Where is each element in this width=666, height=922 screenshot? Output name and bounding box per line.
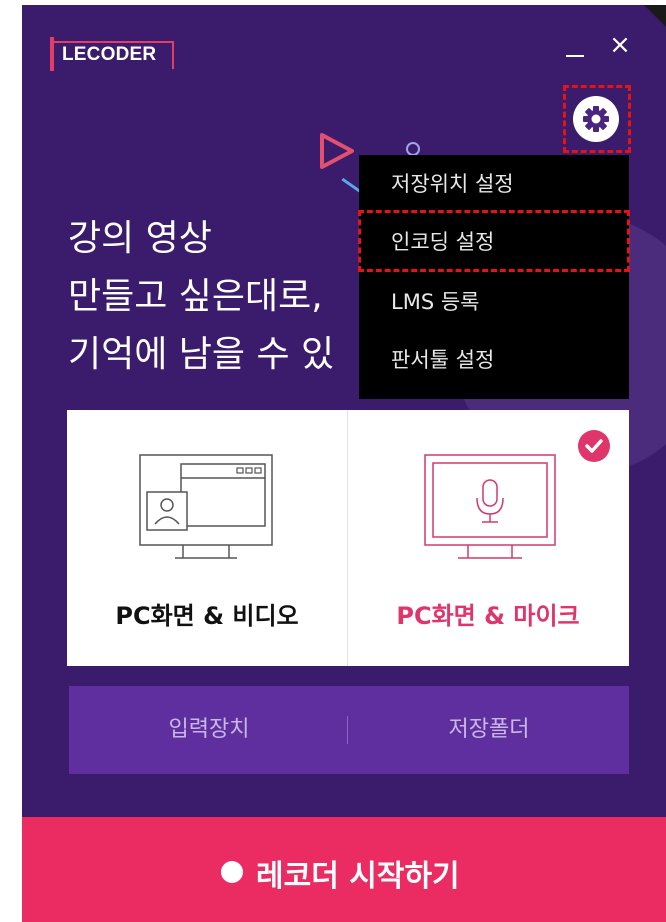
mode-pc-video-label: PC화면 & 비디오 (115, 602, 299, 630)
record-dot-icon (221, 861, 243, 883)
save-folder-button[interactable]: 저장폴더 (349, 686, 629, 774)
gear-highlight-box (563, 85, 631, 153)
mode-pc-video[interactable]: PC화면 & 비디오 (67, 410, 347, 666)
bottom-button-bar: 입력장치 저장폴더 (69, 686, 629, 774)
input-device-button[interactable]: 입력장치 (69, 686, 349, 774)
menu-item-lms[interactable]: LMS 등록 (359, 273, 629, 331)
headline-line-3: 기억에 남을 수 있 (68, 334, 335, 375)
headline: 강의 영상 만들고 싶은대로, 기억에 남을 수 있 (68, 210, 385, 384)
triangle-decoration (320, 133, 354, 169)
mode-cards: PC화면 & 비디오 PC화면 & 마이크 (67, 410, 629, 666)
window-corner (644, 5, 666, 27)
start-recorder-button[interactable]: 레코더 시작하기 (22, 817, 666, 922)
settings-menu: 저장위치 설정 인코딩 설정 LMS 등록 판서툴 설정 (359, 155, 629, 399)
headline-line-2: 만들고 싶은대로, (68, 276, 323, 317)
menu-item-save-location[interactable]: 저장위치 설정 (359, 155, 629, 213)
start-recorder-label: 레코더 시작하기 (256, 859, 460, 894)
circle-decoration (406, 142, 420, 156)
pc-mic-icon (424, 454, 556, 559)
encoding-highlight-box (358, 210, 630, 272)
minimize-button[interactable] (564, 35, 586, 61)
bottom-bar-divider (347, 716, 348, 744)
lecoder-logo: LECODER (50, 37, 174, 71)
app-window: LECODER × 강의 영상 만들고 싶은대로, 기억에 남을 수 있 저장위… (22, 5, 666, 922)
mode-pc-mic-label: PC화면 & 마이크 (396, 602, 580, 630)
pc-video-icon (139, 454, 273, 559)
menu-item-drawing-tool[interactable]: 판서툴 설정 (359, 331, 629, 389)
logo-text: LECODER (62, 44, 157, 65)
close-button[interactable]: × (607, 32, 633, 58)
headline-line-1: 강의 영상 (68, 218, 212, 259)
selected-check-icon (578, 430, 610, 462)
